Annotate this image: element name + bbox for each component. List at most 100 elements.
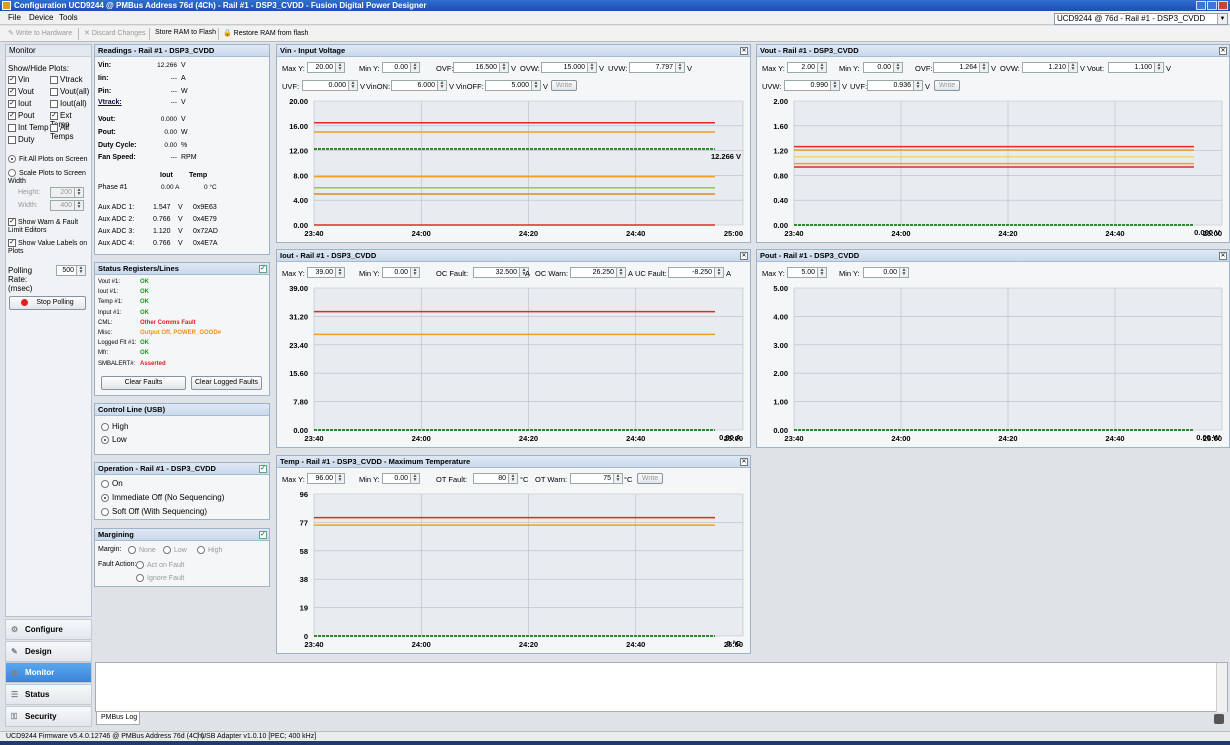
control-low-radio[interactable]: Low bbox=[101, 435, 127, 444]
status-value: OK bbox=[140, 289, 149, 296]
nav-monitor[interactable]: ◉ Monitor bbox=[5, 662, 92, 684]
adapter-status: USB Adapter v1.0.10 [PEC; 400 kHz] bbox=[201, 733, 317, 740]
collapse-checkbox-icon[interactable]: ✓ bbox=[259, 531, 267, 539]
collapse-checkbox-icon[interactable]: ✓ bbox=[259, 265, 267, 273]
margin-high-radio[interactable]: High bbox=[197, 546, 222, 554]
menu-file[interactable]: File bbox=[8, 13, 21, 22]
operation-on-radio[interactable]: On bbox=[101, 479, 123, 488]
maximize-button[interactable] bbox=[1207, 1, 1217, 10]
nav-configure[interactable]: ⚙ Configure bbox=[5, 619, 92, 640]
toolbar: ✎ Write to Hardware ✕ Discard Changes St… bbox=[0, 26, 1230, 42]
menu-device[interactable]: Device bbox=[29, 13, 53, 22]
nav-design[interactable]: ✎ Design bbox=[5, 640, 92, 662]
close-button[interactable] bbox=[1218, 1, 1228, 10]
show-plot-checkbox[interactable]: ✓ Iout bbox=[8, 99, 31, 108]
control-title: Control Line (USB) bbox=[95, 404, 269, 416]
operation-immediate-off-radio[interactable]: Immediate Off (No Sequencing) bbox=[101, 493, 224, 502]
nav-security-icon: ⚿ bbox=[11, 711, 18, 721]
show-warn-fault-checkbox[interactable]: ✓ Show Warn & Fault Limit Editors bbox=[8, 218, 92, 235]
width-label: Width: bbox=[18, 202, 38, 209]
y-tick-label: 4.00 bbox=[293, 196, 308, 205]
x-tick-label: 23:40 bbox=[784, 434, 803, 443]
write-to-hardware-button[interactable]: ✎ Write to Hardware bbox=[8, 29, 72, 37]
checkbox-icon bbox=[50, 87, 58, 96]
radio-icon bbox=[136, 574, 144, 582]
status-value: OK bbox=[140, 299, 149, 306]
width-stepper[interactable]: 400 ▲ ▼ bbox=[50, 200, 84, 211]
clear-logged-faults-button[interactable]: Clear Logged Faults bbox=[191, 376, 262, 390]
y-tick-label: 15.60 bbox=[289, 369, 308, 378]
reading-unit: V bbox=[181, 116, 186, 123]
reading-label[interactable]: Vtrack: bbox=[98, 99, 122, 106]
polling-value: 500 bbox=[62, 267, 74, 274]
checkbox-icon bbox=[8, 123, 16, 132]
clear-faults-button[interactable]: Clear Faults bbox=[101, 376, 186, 390]
minimize-button[interactable] bbox=[1196, 1, 1206, 10]
stop-polling-button[interactable]: Stop Polling bbox=[9, 296, 86, 310]
height-stepper[interactable]: 200 ▲ ▼ bbox=[50, 187, 84, 198]
reading-value: 0.00 bbox=[164, 142, 177, 149]
discard-changes-button[interactable]: ✕ Discard Changes bbox=[84, 29, 146, 37]
show-plot-checkbox[interactable]: ✓ Pout bbox=[8, 111, 34, 120]
nav-status[interactable]: ☰ Status bbox=[5, 684, 92, 706]
show-value-labels-checkbox[interactable]: ✓ Show Value Labels on Plots bbox=[8, 239, 92, 256]
status-label: CML: bbox=[98, 319, 113, 326]
operation-soft-off-radio[interactable]: Soft Off (With Sequencing) bbox=[101, 507, 207, 516]
reading-label: Duty Cycle: bbox=[98, 142, 137, 149]
pmbus-log-area[interactable] bbox=[95, 662, 1228, 712]
aux-adc-label: Aux ADC 2: bbox=[98, 216, 135, 223]
pmbus-log-tab[interactable]: PMBus Log bbox=[96, 712, 140, 725]
title-bar: Configuration UCD9244 @ PMBus Address 76… bbox=[0, 0, 1230, 11]
trash-icon[interactable] bbox=[1214, 714, 1224, 724]
margin-none-radio[interactable]: None bbox=[128, 546, 156, 554]
show-plot-checkbox[interactable]: Int Temp bbox=[8, 123, 49, 132]
fault-action-label: Fault Action: bbox=[98, 561, 137, 568]
device-select[interactable]: UCD9244 @ 76d - Rail #1 - DSP3_CVDD ▼ bbox=[1054, 13, 1228, 25]
app-icon bbox=[2, 1, 11, 10]
aux-adc-value: 1.120 bbox=[153, 228, 171, 235]
scale-label: Scale Plots to Screen Width bbox=[8, 169, 86, 185]
reading-label: Pin: bbox=[98, 88, 112, 95]
collapse-checkbox-icon[interactable]: ✓ bbox=[259, 465, 267, 473]
margin-low-radio[interactable]: Low bbox=[163, 546, 187, 554]
y-tick-label: 4.00 bbox=[773, 312, 788, 321]
operation-title-text: Operation - Rail #1 - DSP3_CVDD bbox=[98, 464, 216, 473]
aux-adc-label: Aux ADC 1: bbox=[98, 204, 135, 211]
aux-adc-value: 0.766 bbox=[153, 216, 171, 223]
x-tick-label: 24:20 bbox=[519, 434, 538, 443]
restore-ram-button[interactable]: 🔒 Restore RAM from flash bbox=[223, 29, 308, 37]
show-plot-checkbox[interactable]: Vout(all) bbox=[50, 87, 89, 96]
show-plot-checkbox[interactable]: ✓ Vout bbox=[8, 87, 34, 96]
status-bar: UCD9244 Firmware v5.4.0.12746 @ PMBus Ad… bbox=[0, 731, 1230, 741]
show-plot-checkbox[interactable]: All Temps bbox=[50, 123, 91, 141]
polling-rate-stepper[interactable]: 500 ▲ ▼ bbox=[56, 265, 86, 276]
y-tick-label: 7.80 bbox=[293, 398, 308, 407]
reading-label: Pout: bbox=[98, 129, 116, 136]
status-value: OK bbox=[140, 350, 149, 357]
control-high-radio[interactable]: High bbox=[101, 422, 128, 431]
scale-plots-radio[interactable]: Scale Plots to Screen Width bbox=[8, 169, 92, 186]
status-value: OK bbox=[140, 279, 149, 285]
store-ram-button[interactable]: Store RAM to Flash bbox=[155, 29, 216, 36]
reading-unit: RPM bbox=[181, 154, 197, 161]
discard-label: Discard Changes bbox=[91, 30, 146, 37]
show-plot-checkbox[interactable]: ✓ Vin bbox=[8, 75, 29, 84]
act-on-fault-radio[interactable]: Act on Fault bbox=[136, 561, 184, 569]
status-label: Vout #1: bbox=[98, 279, 121, 285]
radio-icon bbox=[101, 507, 109, 516]
y-tick-label: 38 bbox=[300, 575, 308, 584]
plot-svg: 39.0031.2023.4015.607.800.0023:40 24:00 24… bbox=[289, 284, 744, 443]
show-plot-checkbox[interactable]: Duty bbox=[8, 135, 34, 144]
status-label: Logged Flt #1: bbox=[98, 340, 137, 347]
log-scrollbar[interactable] bbox=[1216, 663, 1227, 712]
menu-tools[interactable]: Tools bbox=[59, 13, 78, 22]
ignore-fault-radio[interactable]: Ignore Fault bbox=[136, 574, 184, 582]
nav-security[interactable]: ⚿ Security bbox=[5, 705, 92, 727]
low-label: Low bbox=[112, 435, 127, 444]
show-plot-checkbox[interactable]: Iout(all) bbox=[50, 99, 87, 108]
fit-plots-radio[interactable]: Fit All Plots on Screen bbox=[8, 155, 87, 163]
reading-label: Vin: bbox=[98, 62, 112, 69]
polling-rate-label: Polling Rate: (msec) bbox=[8, 266, 33, 293]
show-plot-label: Vtrack bbox=[60, 75, 83, 84]
show-plot-checkbox[interactable]: Vtrack bbox=[50, 75, 83, 84]
